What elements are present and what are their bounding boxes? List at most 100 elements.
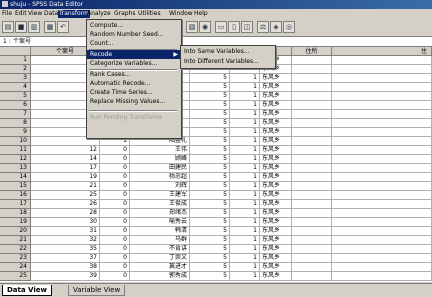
cell-case-id[interactable]: 31 [31,227,100,236]
cell-empty[interactable] [332,56,432,65]
value-labels-icon[interactable]: ◎ [283,21,295,33]
cell-residence[interactable] [292,209,332,218]
cell-value[interactable]: 1 [230,227,260,236]
cell-town[interactable]: 东风乡 [260,83,292,92]
cell-case-id[interactable]: 39 [31,272,100,281]
cell-value[interactable]: 1 [230,236,260,245]
cell-value[interactable]: 1 [230,245,260,254]
column-header-next[interactable]: 住 [332,47,432,56]
cell-code[interactable]: 5 [190,137,230,146]
cell-residence[interactable] [292,263,332,272]
table-row[interactable]: 19 30 0 喻秀云 5 1 东风乡 [0,218,432,227]
table-row[interactable]: 3 5 1 东风乡 [0,74,432,83]
table-row[interactable]: 7 5 1 东风乡 [0,110,432,119]
cell-residence[interactable] [292,164,332,173]
cell-name[interactable]: 丁崇文 [130,254,190,263]
table-row[interactable]: 9 5 1 东风乡 [0,128,432,137]
cell-name[interactable]: 王伟 [130,146,190,155]
cell-town[interactable]: 东风乡 [260,227,292,236]
cell-empty[interactable] [332,128,432,137]
cell-name[interactable]: 田建民 [130,164,190,173]
menu-window[interactable]: Window [168,10,194,18]
cell-residence[interactable] [292,101,332,110]
menu-item-into-same-variables[interactable]: Into Same Variables... [181,47,275,56]
row-header[interactable]: 15 [0,182,31,191]
cell-empty[interactable] [332,110,432,119]
cell-case-id[interactable]: 38 [31,263,100,272]
cell-residence[interactable] [292,245,332,254]
cell-empty[interactable] [332,74,432,83]
menu-item-compute[interactable]: Compute... [87,21,181,30]
cell-code[interactable]: 5 [190,236,230,245]
cell-flag[interactable]: 0 [100,155,130,164]
cell-flag[interactable]: 0 [100,146,130,155]
cell-residence[interactable] [292,272,332,281]
table-row[interactable]: 6 5 1 东风乡 [0,101,432,110]
cell-case-id[interactable]: 21 [31,182,100,191]
menu-item-count[interactable]: Count... [87,39,181,48]
row-header[interactable]: 22 [0,245,31,254]
menu-item-automatic-recode[interactable]: Automatic Recode... [87,79,181,88]
cell-code[interactable]: 5 [190,245,230,254]
tab-data-view[interactable]: Data View [2,285,52,296]
cell-town[interactable]: 东风乡 [260,182,292,191]
cell-case-id[interactable]: 32 [31,236,100,245]
row-header[interactable]: 10 [0,137,31,146]
cell-residence[interactable] [292,83,332,92]
dialog-recall-icon[interactable]: ▦ [44,21,56,33]
cell-case-id[interactable]: 37 [31,254,100,263]
cell-residence[interactable] [292,92,332,101]
cell-residence[interactable] [292,182,332,191]
cell-code[interactable]: 5 [190,173,230,182]
cell-value[interactable]: 1 [230,92,260,101]
row-header[interactable]: 21 [0,236,31,245]
row-header[interactable]: 5 [0,92,31,101]
table-row[interactable]: 4 5 1 东风乡 [0,83,432,92]
cell-flag[interactable]: 0 [100,182,130,191]
cell-flag[interactable]: 0 [100,245,130,254]
cell-name[interactable]: 冀进才 [130,263,190,272]
cell-code[interactable]: 5 [190,74,230,83]
table-row[interactable]: 22 35 0 不肯讲 5 1 东风乡 [0,245,432,254]
cell-flag[interactable]: 0 [100,191,130,200]
table-row[interactable]: 5 5 1 东风乡 [0,92,432,101]
cell-residence[interactable] [292,236,332,245]
menu-item-create-time-series[interactable]: Create Time Series... [87,88,181,97]
cell-residence[interactable] [292,119,332,128]
cell-case-id[interactable]: 30 [31,218,100,227]
cell-value[interactable]: 个案号 [13,37,31,46]
cell-value[interactable]: 1 [230,164,260,173]
cell-town[interactable]: 东风乡 [260,146,292,155]
cell-code[interactable]: 5 [190,101,230,110]
cell-name[interactable]: 喻秀云 [130,218,190,227]
table-row[interactable]: 14 19 0 杨忠超 5 1 东风乡 [0,173,432,182]
cell-code[interactable]: 5 [190,254,230,263]
menu-view[interactable]: View [27,10,43,18]
cell-code[interactable]: 5 [190,128,230,137]
menu-graphs[interactable]: Graphs [113,10,137,18]
cell-value[interactable]: 1 [230,263,260,272]
find-icon[interactable]: ◉ [199,21,211,33]
cell-town[interactable]: 东风乡 [260,254,292,263]
cell-town[interactable]: 东风乡 [260,200,292,209]
cell-code[interactable]: 5 [190,272,230,281]
cell-value[interactable]: 1 [230,101,260,110]
cell-town[interactable]: 东风乡 [260,236,292,245]
row-header[interactable]: 8 [0,119,31,128]
cell-case-id[interactable]: 25 [31,191,100,200]
cell-town[interactable]: 东风乡 [260,92,292,101]
cell-value[interactable]: 1 [230,173,260,182]
cell-name[interactable]: 郭秀成 [130,272,190,281]
cell-flag[interactable]: 0 [100,164,130,173]
menu-utilities[interactable]: Utilities [137,10,162,18]
cell-flag[interactable]: 0 [100,263,130,272]
cell-case-id[interactable]: 28 [31,209,100,218]
cell-empty[interactable] [332,236,432,245]
cell-code[interactable]: 5 [190,182,230,191]
cell-value[interactable]: 1 [230,272,260,281]
cell-empty[interactable] [332,65,432,74]
cell-town[interactable]: 东风乡 [260,173,292,182]
cell-empty[interactable] [332,182,432,191]
cell-town[interactable]: 东风乡 [260,74,292,83]
cell-value[interactable]: 1 [230,155,260,164]
